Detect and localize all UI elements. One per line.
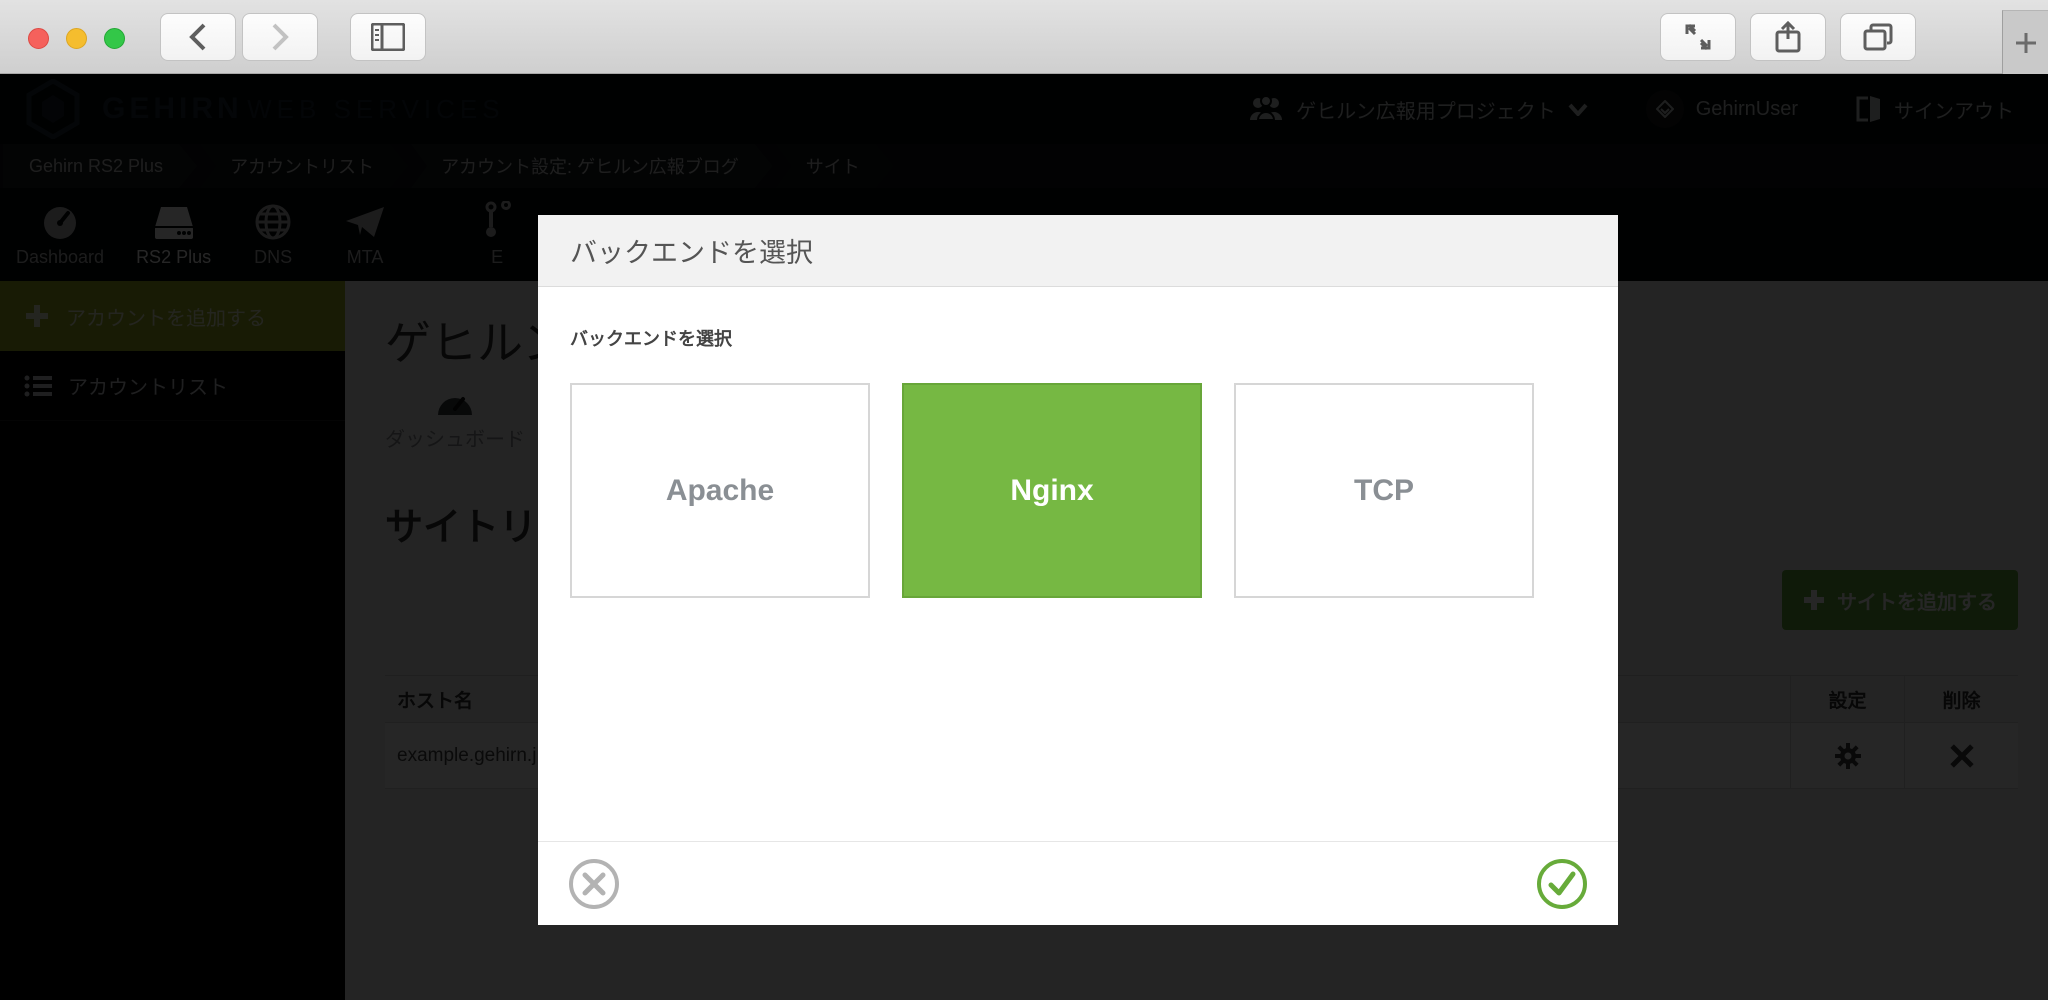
modal-footer xyxy=(538,841,1618,925)
expand-icon xyxy=(1685,23,1711,51)
backend-option-tcp[interactable]: TCP xyxy=(1234,383,1534,598)
back-button[interactable] xyxy=(160,13,236,61)
circle-check-icon xyxy=(1537,858,1587,909)
page: GEHIRN WEB SERVICES ゲヒルン広報用プロジェクト Gehirn… xyxy=(0,74,2048,1000)
share-button[interactable] xyxy=(1750,13,1826,61)
tab-overview-button[interactable] xyxy=(1840,13,1916,61)
backend-field-label: バックエンドを選択 xyxy=(570,329,732,349)
sidebar-icon xyxy=(371,23,405,51)
backend-select-modal: バックエンドを選択 バックエンドを選択 Apache Nginx TCP xyxy=(538,215,1618,925)
backend-option-apache[interactable]: Apache xyxy=(570,383,870,598)
modal-header: バックエンドを選択 xyxy=(538,215,1618,287)
forward-button[interactable] xyxy=(242,13,318,61)
minimize-window-button[interactable] xyxy=(66,28,87,49)
cancel-button[interactable] xyxy=(568,857,620,910)
browser-chrome xyxy=(0,0,2048,74)
modal-title: バックエンドを選択 xyxy=(570,238,813,268)
fullscreen-button[interactable] xyxy=(1660,13,1736,61)
new-tab-button[interactable] xyxy=(2002,10,2048,74)
plus-icon xyxy=(2015,32,2036,53)
modal-body: バックエンドを選択 Apache Nginx TCP xyxy=(538,287,1618,598)
tabs-icon xyxy=(1863,23,1893,51)
window-controls xyxy=(28,28,125,49)
sidebar-toggle-button[interactable] xyxy=(350,13,426,61)
confirm-button[interactable] xyxy=(1536,857,1588,910)
share-icon xyxy=(1775,21,1801,53)
circle-x-icon xyxy=(569,858,619,909)
chevron-right-icon xyxy=(272,23,289,51)
backend-option-nginx[interactable]: Nginx xyxy=(902,383,1202,598)
backend-options: Apache Nginx TCP xyxy=(570,383,1586,598)
chevron-left-icon xyxy=(189,23,206,51)
close-window-button[interactable] xyxy=(28,28,49,49)
zoom-window-button[interactable] xyxy=(104,28,125,49)
